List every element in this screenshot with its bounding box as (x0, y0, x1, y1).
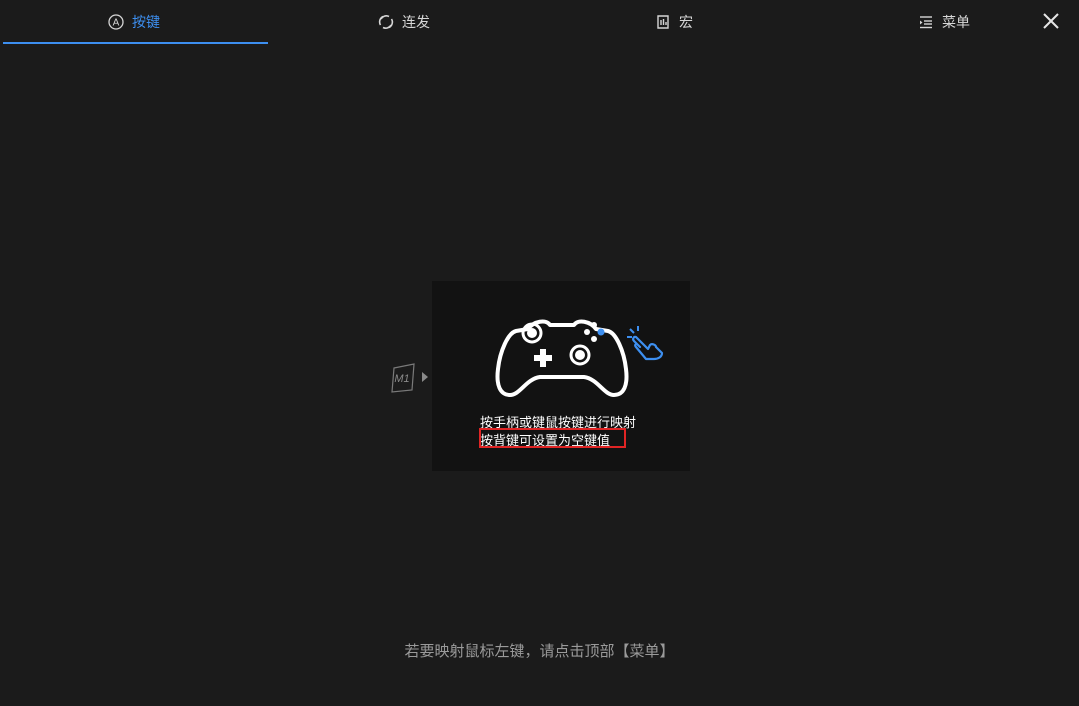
tab-menu-label: 菜单 (942, 15, 970, 31)
svg-text:A: A (113, 18, 120, 29)
m1-key-icon: M1 (391, 363, 415, 393)
m1-label: M1 (394, 373, 409, 385)
tap-hand-icon (627, 326, 664, 361)
gamepad-icon (495, 319, 629, 397)
close-icon (1043, 13, 1059, 29)
arrow-right-icon (422, 372, 428, 382)
a-circle-icon: A (108, 14, 124, 30)
macro-icon (655, 14, 671, 30)
mapping-prompt-card: 按手柄或键鼠按键进行映射 按背键可设置为空键值 (432, 281, 690, 471)
active-tab-indicator (3, 42, 268, 44)
tab-keys[interactable]: A 按键 (0, 0, 268, 44)
burst-icon (378, 14, 394, 30)
left-click-hint: 若要映射鼠标左键，请点击顶部【菜单】 (404, 642, 675, 660)
tab-bar: A 按键 连发 宏 菜单 (0, 0, 1079, 46)
tab-burst[interactable]: 连发 (270, 0, 538, 44)
tab-macro[interactable]: 宏 (540, 0, 808, 44)
tab-macro-label: 宏 (679, 15, 693, 31)
tab-keys-label: 按键 (132, 15, 160, 31)
highlight-box (479, 428, 626, 448)
m1-slot[interactable]: M1 (389, 362, 417, 398)
tab-menu[interactable]: 菜单 (810, 0, 1078, 44)
menu-icon (918, 14, 934, 30)
close-button[interactable] (1040, 10, 1062, 32)
tab-burst-label: 连发 (402, 15, 430, 31)
